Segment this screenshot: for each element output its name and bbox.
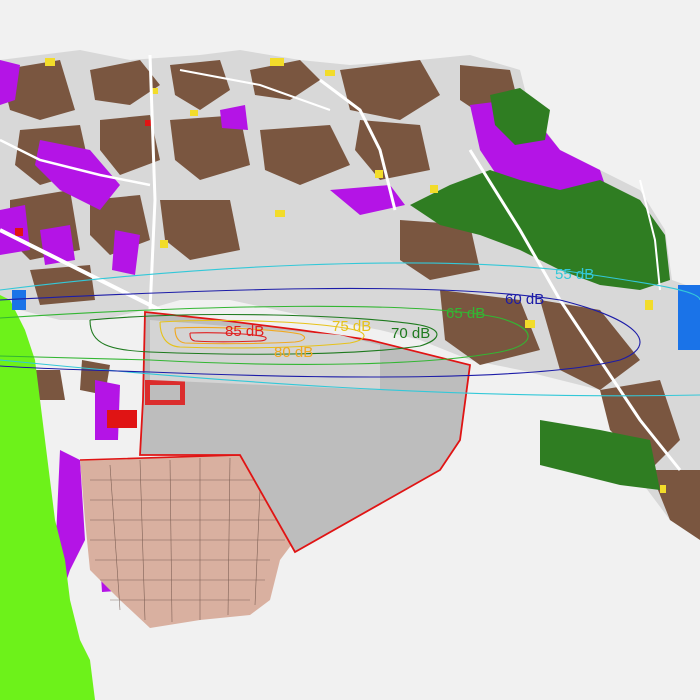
label-75db: 75 dB [332, 318, 371, 335]
noise-map[interactable]: 55 dB 60 dB 65 dB 70 dB 75 dB 80 dB 85 d… [0, 0, 700, 700]
label-85db: 85 dB [225, 323, 264, 340]
water-body-east [678, 285, 700, 350]
label-55db: 55 dB [555, 266, 594, 283]
label-80db: 80 dB [274, 344, 313, 361]
water-body-west [12, 290, 26, 310]
label-70db: 70 dB [391, 325, 430, 342]
label-60db: 60 dB [505, 291, 544, 308]
label-65db: 65 dB [446, 305, 485, 322]
map-canvas[interactable]: 55 dB 60 dB 65 dB 70 dB 75 dB 80 dB 85 d… [0, 0, 700, 700]
